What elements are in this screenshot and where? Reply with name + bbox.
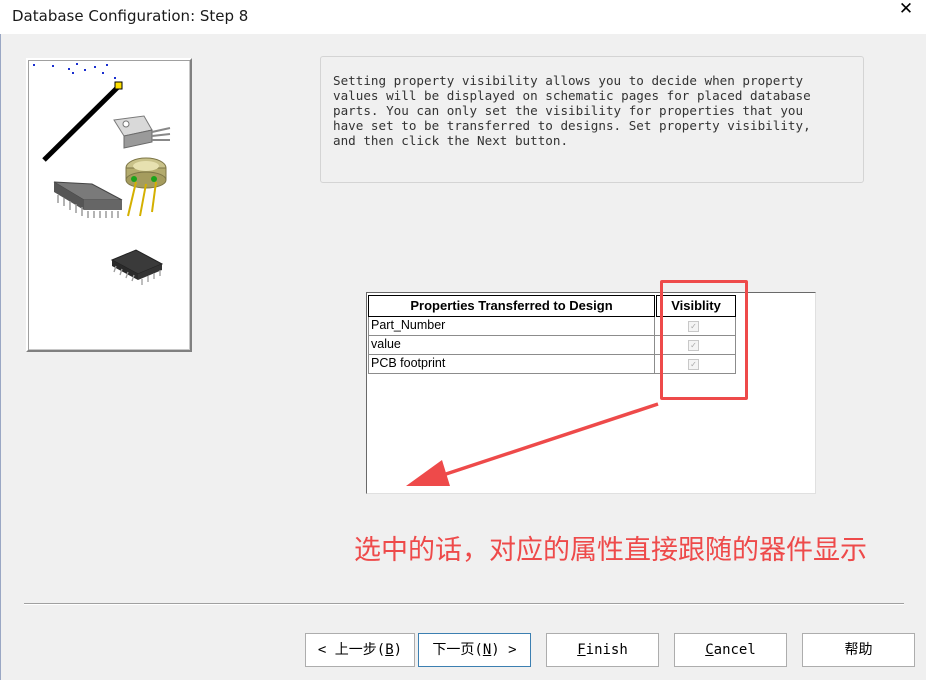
description-text: Setting property visibility allows you t… [333,73,811,148]
soic-chip-icon [110,249,164,285]
magic-wand-icon [42,81,123,162]
finish-button[interactable]: Finish [546,633,659,667]
wizard-illustration [26,58,192,352]
property-name-cell: Part_Number [368,317,655,335]
properties-grid[interactable]: Properties Transferred to Design Visibli… [366,292,816,494]
property-name-cell: PCB footprint [368,355,655,373]
window-border [0,34,1,680]
metal-can-transistor-icon [125,157,167,217]
transistor-package-icon [113,115,171,149]
button-separator [24,603,904,605]
electronic-parts-illustration [33,63,171,285]
column-header-properties[interactable]: Properties Transferred to Design [368,295,655,317]
annotation-text: 选中的话，对应的属性直接跟随的器件显示 [354,535,867,566]
next-button[interactable]: 下一页(N) > [418,633,531,667]
sparkle-dots-icon [33,63,116,79]
back-button[interactable]: < 上一步(B) [305,633,415,667]
dip-chip-icon [53,181,123,218]
help-button[interactable]: 帮助 [802,633,915,667]
title-bar: Database Configuration: Step 8 ✕ [0,0,926,34]
highlight-box-annotation [660,280,748,400]
window-title: Database Configuration: Step 8 [12,7,249,25]
description-panel: Setting property visibility allows you t… [320,56,864,183]
property-name-cell: value [368,336,655,354]
close-icon[interactable]: ✕ [896,0,916,20]
cancel-button[interactable]: Cancel [674,633,787,667]
